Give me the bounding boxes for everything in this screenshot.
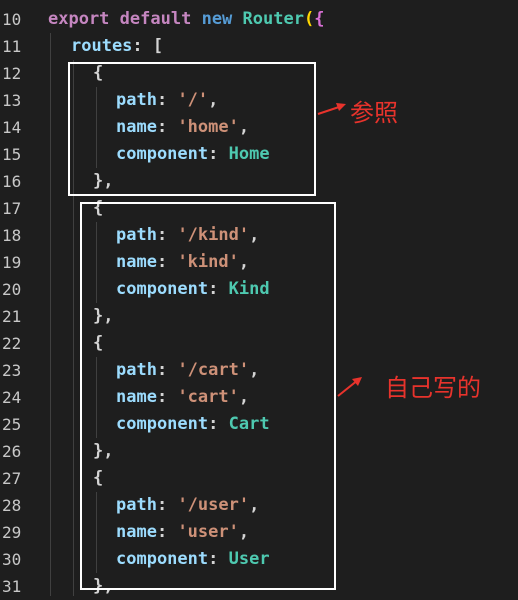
line-number: 16	[2, 172, 22, 191]
line-number: 12	[2, 64, 22, 83]
line-number: 23	[2, 361, 22, 380]
line-number: 24	[2, 388, 22, 407]
reference-box	[68, 62, 316, 196]
line-number: 21	[2, 307, 22, 326]
line-number: 18	[2, 226, 22, 245]
self-written-arrow-icon	[337, 377, 362, 397]
line-number: 13	[2, 91, 22, 110]
line-number: 28	[2, 496, 22, 515]
code-line: routes: [	[71, 36, 164, 56]
indent-guide	[50, 33, 51, 596]
line-number: 19	[2, 253, 22, 272]
reference-arrow-icon	[317, 103, 346, 115]
line-number: 15	[2, 145, 22, 164]
line-number: 25	[2, 415, 22, 434]
line-number: 27	[2, 469, 22, 488]
line-number: 14	[2, 118, 22, 137]
line-number: 20	[2, 280, 22, 299]
code-line: export default new Router({	[48, 9, 325, 29]
code-editor[interactable]: 10 11 12 13 14 15 16 17 18 19 20 21 22 2…	[0, 0, 518, 596]
self-written-box	[80, 202, 336, 590]
line-number: 17	[2, 199, 22, 218]
line-number: 22	[2, 334, 22, 353]
self-written-label: 自己写的	[385, 374, 481, 402]
line-number: 26	[2, 442, 22, 461]
line-number: 11	[2, 37, 22, 56]
line-number: 30	[2, 550, 22, 569]
reference-label: 参照	[350, 99, 398, 127]
line-number: 10	[2, 10, 22, 29]
line-number: 29	[2, 523, 22, 542]
